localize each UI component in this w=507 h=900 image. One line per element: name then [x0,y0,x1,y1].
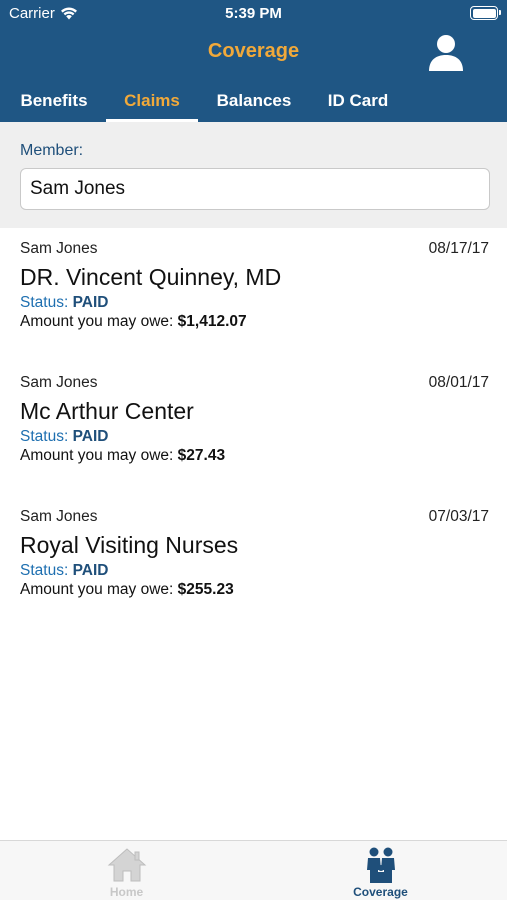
tabbar-item-coverage[interactable]: Coverage [254,841,507,900]
claim-amount-label: Amount you may owe: [20,581,174,598]
claim-status: Status: PAID [20,428,108,446]
claim-amount-value: $1,412.07 [177,313,247,330]
status-bar: Carrier 5:39 PM [0,0,507,28]
tab-id-card[interactable]: ID Card [318,82,398,122]
family-icon [366,847,395,883]
claim-amount-value: $255.23 [177,581,234,598]
person-icon [429,35,463,71]
status-time: 5:39 PM [225,5,282,22]
profile-button[interactable] [426,32,466,72]
home-icon [107,848,146,882]
app-header: Carrier 5:39 PM Coverage Benefits Claims… [0,0,507,122]
claim-provider: Royal Visiting Nurses [20,532,239,558]
claim-date: 07/03/17 [428,508,489,525]
claim-provider: DR. Vincent Quinney, MD [20,264,282,290]
tabbar-item-home[interactable]: Home [0,841,253,900]
claim-status-label: Status: [20,428,69,445]
claim-date: 08/17/17 [428,240,489,257]
claim-item[interactable]: Sam Jones 07/03/17 Royal Visiting Nurses… [0,496,507,626]
claim-member: Sam Jones [20,508,98,525]
claim-amount: Amount you may owe: $27.43 [20,447,225,465]
claim-status-label: Status: [20,562,69,579]
claim-item[interactable]: Sam Jones 08/01/17 Mc Arthur Center Stat… [0,362,507,492]
claim-status: Status: PAID [20,562,108,580]
claim-member: Sam Jones [20,240,98,257]
claim-status-value: PAID [72,428,109,445]
claim-amount: Amount you may owe: $255.23 [20,581,234,599]
bottom-tab-bar: Home Coverage [0,840,507,900]
tab-claims[interactable]: Claims [106,82,198,122]
claim-amount-value: $27.43 [177,447,226,464]
tab-benefits[interactable]: Benefits [8,82,100,122]
tab-balances[interactable]: Balances [206,82,302,122]
section-tabs: Benefits Claims Balances ID Card [0,82,507,122]
claim-date: 08/01/17 [428,374,489,391]
claim-status-value: PAID [72,294,109,311]
member-filter: Member: Sam Jones [0,122,507,228]
tabbar-label-coverage: Coverage [353,885,408,899]
claim-status-label: Status: [20,294,69,311]
claim-amount-label: Amount you may owe: [20,447,174,464]
claim-status-value: PAID [72,562,109,579]
claim-amount: Amount you may owe: $1,412.07 [20,313,247,331]
claim-member: Sam Jones [20,374,98,391]
member-label: Member: [20,142,84,159]
tabbar-label-home: Home [109,885,144,899]
claim-amount-label: Amount you may owe: [20,313,174,330]
battery-icon [470,6,501,20]
claim-provider: Mc Arthur Center [20,398,194,424]
claim-status: Status: PAID [20,294,108,312]
member-field[interactable]: Sam Jones [20,168,490,210]
claim-item[interactable]: Sam Jones 08/17/17 DR. Vincent Quinney, … [0,228,507,358]
